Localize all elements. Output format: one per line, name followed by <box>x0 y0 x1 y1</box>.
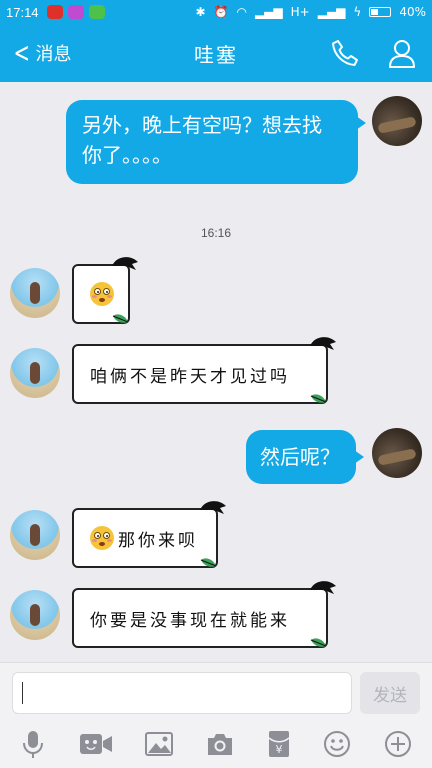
contact-message-bubble[interactable]: 咱俩不是昨天才见过吗 <box>72 337 336 404</box>
bubble-tail <box>354 450 364 464</box>
my-message-bubble[interactable]: 然后呢？ <box>246 430 364 484</box>
message-text-line: 你了。。。。 <box>82 143 172 167</box>
emoji-icon[interactable] <box>323 730 351 758</box>
text-cursor <box>22 682 23 704</box>
status-time: 17:14 <box>6 4 39 20</box>
bubble-leaf-decoration-icon <box>310 638 327 647</box>
signal-icon-2: ▂▄▆ <box>317 5 346 19</box>
flushed-face-emoji-icon <box>90 282 114 306</box>
bubble-tail <box>356 116 366 130</box>
bubble-leaf-decoration-icon <box>200 558 217 567</box>
contact-message-bubble[interactable] <box>72 257 138 324</box>
wifi-icon: ◠ <box>236 5 247 19</box>
chat-area[interactable]: 另外，晚上有空吗？想去找 你了。。。。 16:16 咱俩不是昨天才见过吗 然后呢… <box>0 82 432 662</box>
nav-actions <box>330 38 432 68</box>
battery-icon <box>369 7 392 17</box>
message-input[interactable] <box>12 672 352 714</box>
contact-avatar[interactable] <box>10 590 60 640</box>
contact-profile-icon[interactable] <box>388 38 416 68</box>
bubble-leaf-decoration-icon <box>310 394 327 403</box>
chevron-left-icon: < <box>13 36 30 69</box>
contact-avatar[interactable] <box>10 268 60 318</box>
signal-icon: ▂▄▆ <box>254 5 283 19</box>
message-text: 咱俩不是昨天才见过吗 <box>90 366 290 387</box>
message-text: 那你来呗 <box>118 530 198 551</box>
contact-message-bubble[interactable]: 你要是没事现在就能来 <box>72 581 336 648</box>
weibo-notification-icon <box>46 5 63 19</box>
my-message-bubble[interactable]: 另外，晚上有空吗？想去找 你了。。。。 <box>66 100 366 184</box>
app-notification-icon <box>67 5 84 19</box>
svg-text:¥: ¥ <box>275 743 282 756</box>
bubble-hair-decoration-icon <box>112 257 138 270</box>
flushed-face-emoji-icon <box>90 526 114 550</box>
image-icon[interactable] <box>145 731 174 757</box>
alarm-icon: ⏰ <box>213 5 229 19</box>
back-label: 消息 <box>35 44 72 65</box>
wechat-notification-icon <box>88 5 105 19</box>
my-avatar[interactable] <box>372 96 422 146</box>
input-toolbar: ¥ <box>0 720 432 768</box>
red-packet-icon[interactable]: ¥ <box>267 729 291 759</box>
microphone-icon[interactable] <box>20 729 46 759</box>
status-indicators: ✱ ⏰ ◠ ▂▄▆ H+ ▂▄▆ ϟ 40% <box>195 5 426 19</box>
video-call-icon[interactable] <box>79 731 113 757</box>
back-button[interactable]: < 消息 <box>0 36 72 69</box>
message-text: 你要是没事现在就能来 <box>90 610 290 631</box>
message-text: 然后呢？ <box>260 445 340 469</box>
input-bar: 发送 <box>0 662 432 720</box>
battery-percent: 40% <box>399 5 426 19</box>
bubble-leaf-decoration-icon <box>112 314 129 323</box>
my-avatar[interactable] <box>372 428 422 478</box>
bubble-hair-decoration-icon <box>310 337 336 350</box>
message-timestamp: 16:16 <box>200 226 232 240</box>
status-bar: 17:14 ✱ ⏰ ◠ ▂▄▆ H+ ▂▄▆ ϟ 40% <box>0 0 432 24</box>
bubble-hair-decoration-icon <box>310 581 336 594</box>
contact-avatar[interactable] <box>10 348 60 398</box>
bubble-hair-decoration-icon <box>200 501 226 514</box>
send-button[interactable]: 发送 <box>360 672 420 714</box>
camera-icon[interactable] <box>206 731 234 757</box>
bluetooth-icon: ✱ <box>195 5 206 19</box>
message-text-line: 另外，晚上有空吗？想去找 <box>82 113 322 137</box>
plus-icon[interactable] <box>384 730 412 758</box>
network-type: H+ <box>290 5 310 19</box>
contact-message-bubble[interactable]: 那你来呗 <box>72 501 226 568</box>
nav-bar: < 消息 哇塞 <box>0 24 432 82</box>
phone-icon[interactable] <box>330 38 360 68</box>
charging-icon: ϟ <box>353 5 362 19</box>
contact-avatar[interactable] <box>10 510 60 560</box>
